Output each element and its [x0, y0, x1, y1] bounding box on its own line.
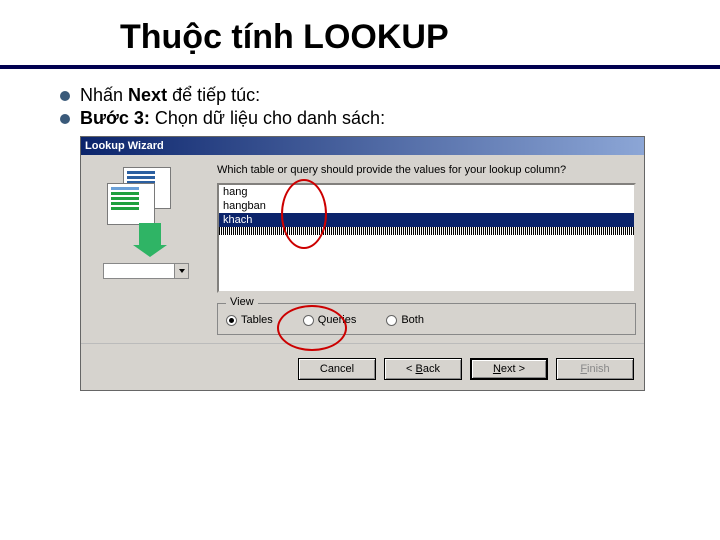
- radio-label: Both: [401, 314, 424, 326]
- list-item[interactable]: hang: [219, 185, 634, 199]
- window-titlebar[interactable]: Lookup Wizard: [81, 137, 644, 155]
- arrow-down-icon: [139, 223, 161, 245]
- window-title: Lookup Wizard: [85, 140, 164, 152]
- wizard-body: Which table or query should provide the …: [81, 155, 644, 335]
- text: Nhấn: [80, 85, 128, 105]
- list-item[interactable]: khach: [219, 213, 634, 227]
- text: để tiếp túc:: [167, 85, 260, 105]
- text-bold: Bước 3:: [80, 108, 150, 128]
- wizard-window: Lookup Wizard Which table or query shoul…: [80, 136, 645, 391]
- bullet-text: Nhấn Next để tiếp túc:: [80, 85, 260, 106]
- chevron-down-icon: [174, 264, 188, 278]
- button-label: Finish: [580, 363, 609, 375]
- bullet-item: Bước 3: Chọn dữ liệu cho danh sách:: [60, 108, 680, 129]
- next-button[interactable]: Next >: [470, 358, 548, 380]
- bullet-item: Nhấn Next để tiếp túc:: [60, 85, 680, 106]
- groupbox-legend: View: [226, 296, 258, 308]
- view-groupbox: View Tables Queries Both: [217, 303, 636, 335]
- bullet-text: Bước 3: Chọn dữ liệu cho danh sách:: [80, 108, 385, 129]
- wizard-main: Which table or query should provide the …: [207, 163, 636, 335]
- bullet-dot-icon: [60, 91, 70, 101]
- wizard-graphic: [89, 163, 207, 303]
- text: Chọn dữ liệu cho danh sách:: [150, 108, 385, 128]
- radio-queries[interactable]: Queries: [303, 314, 357, 326]
- sheet-icon: [107, 183, 155, 225]
- back-button[interactable]: < Back: [384, 358, 462, 380]
- radio-icon: [386, 315, 397, 326]
- combo-graphic: [103, 263, 189, 279]
- wizard-prompt: Which table or query should provide the …: [217, 163, 636, 177]
- bullet-list: Nhấn Next để tiếp túc: Bước 3: Chọn dữ l…: [0, 69, 720, 141]
- text-bold: Next: [128, 85, 167, 105]
- finish-button: Finish: [556, 358, 634, 380]
- listbox-noise: [219, 227, 634, 235]
- slide-title: Thuộc tính LOOKUP: [0, 0, 720, 65]
- radio-label: Queries: [318, 314, 357, 326]
- bullet-dot-icon: [60, 114, 70, 124]
- radio-tables[interactable]: Tables: [226, 314, 273, 326]
- button-label: Next >: [493, 363, 525, 375]
- list-item[interactable]: hangban: [219, 199, 634, 213]
- table-listbox[interactable]: hang hangban khach: [217, 183, 636, 293]
- radio-icon: [303, 315, 314, 326]
- radio-both[interactable]: Both: [386, 314, 424, 326]
- wizard-button-row: Cancel < Back Next > Finish: [81, 343, 644, 390]
- button-label: < Back: [406, 363, 440, 375]
- radio-label: Tables: [241, 314, 273, 326]
- cancel-button[interactable]: Cancel: [298, 358, 376, 380]
- radio-icon: [226, 315, 237, 326]
- button-label: Cancel: [320, 363, 354, 375]
